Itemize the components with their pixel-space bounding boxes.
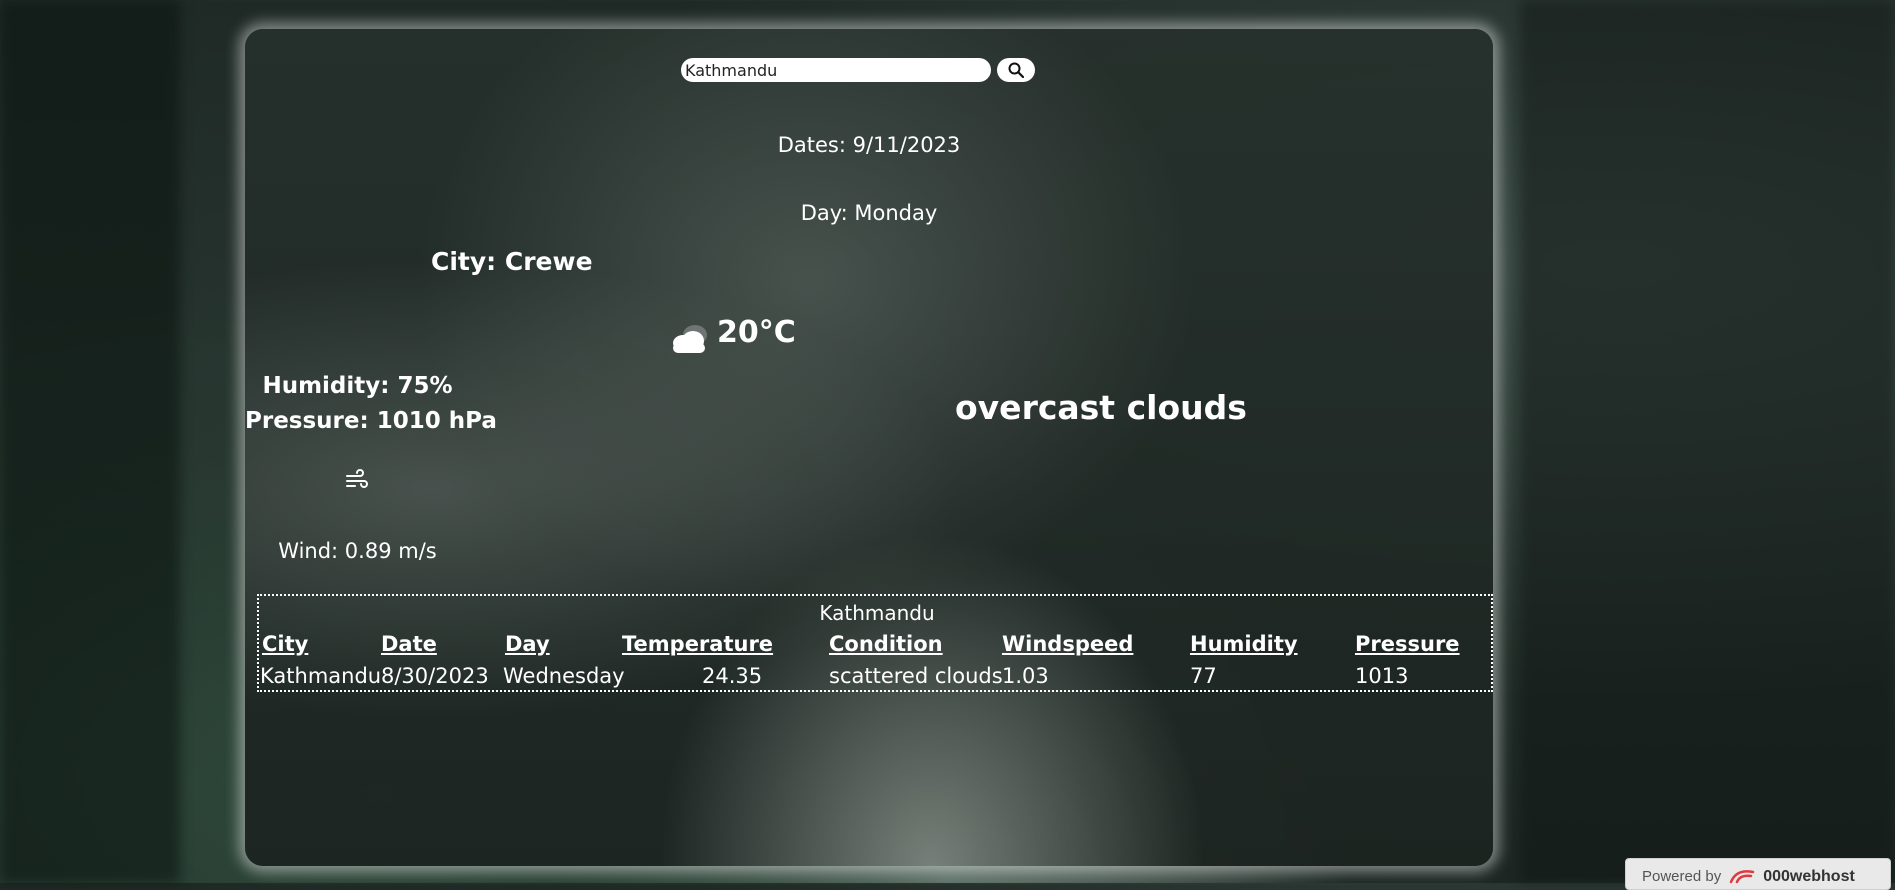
- col-header-humidity: Humidity: [1190, 632, 1298, 656]
- current-temperature: 20°C: [717, 315, 796, 350]
- cloud-icon: [673, 325, 707, 353]
- current-humidity: Humidity: 75%: [262, 373, 453, 399]
- history-cell-pressure: 1013: [1355, 664, 1409, 688]
- current-date: Dates: 9/11/2023: [777, 133, 961, 157]
- powered-by-brand: 000webhost: [1763, 868, 1855, 885]
- col-header-temperature: Temperature: [622, 632, 774, 656]
- search-bar: [681, 58, 1035, 82]
- history-cell-city: Kathmandu: [260, 664, 382, 688]
- powered-by-badge[interactable]: Powered by 000webhost: [1625, 858, 1891, 890]
- search-button[interactable]: [997, 58, 1035, 82]
- background-foliage-right: [1520, 0, 1895, 883]
- webhost-logo-icon: [1729, 870, 1755, 884]
- current-condition: overcast clouds: [955, 388, 1247, 427]
- history-cell-day: Wednesday: [503, 664, 625, 688]
- current-day: Day: Monday: [800, 201, 938, 225]
- current-pressure: Pressure: 1010 hPa: [245, 408, 497, 434]
- col-header-windspeed: Windspeed: [1002, 632, 1134, 656]
- col-header-city: City: [262, 632, 309, 656]
- wind-icon: [346, 469, 368, 488]
- col-header-day: Day: [505, 632, 550, 656]
- history-cell-humidity: 77: [1190, 664, 1217, 688]
- col-header-date: Date: [381, 632, 437, 656]
- background-foliage: [0, 0, 180, 883]
- current-wind: Wind: 0.89 m/s: [278, 539, 437, 563]
- history-table: Kathmandu City Date Day Temperature Cond…: [257, 594, 1493, 692]
- history-cell-temperature: 24.35: [702, 664, 763, 688]
- weather-card: Dates: 9/11/2023 Day: Monday City: Crewe…: [245, 29, 1493, 866]
- col-header-pressure: Pressure: [1355, 632, 1460, 656]
- col-header-condition: Condition: [829, 632, 943, 656]
- current-city: City: Crewe: [431, 247, 593, 276]
- history-city-heading: Kathmandu: [819, 601, 935, 625]
- search-input[interactable]: [681, 58, 991, 82]
- powered-by-label: Powered by: [1642, 868, 1722, 885]
- history-cell-windspeed: 1.03: [1002, 664, 1049, 688]
- history-cell-condition: scattered clouds: [829, 664, 1003, 688]
- search-icon: [1008, 62, 1024, 78]
- history-cell-date: 8/30/2023: [381, 664, 489, 688]
